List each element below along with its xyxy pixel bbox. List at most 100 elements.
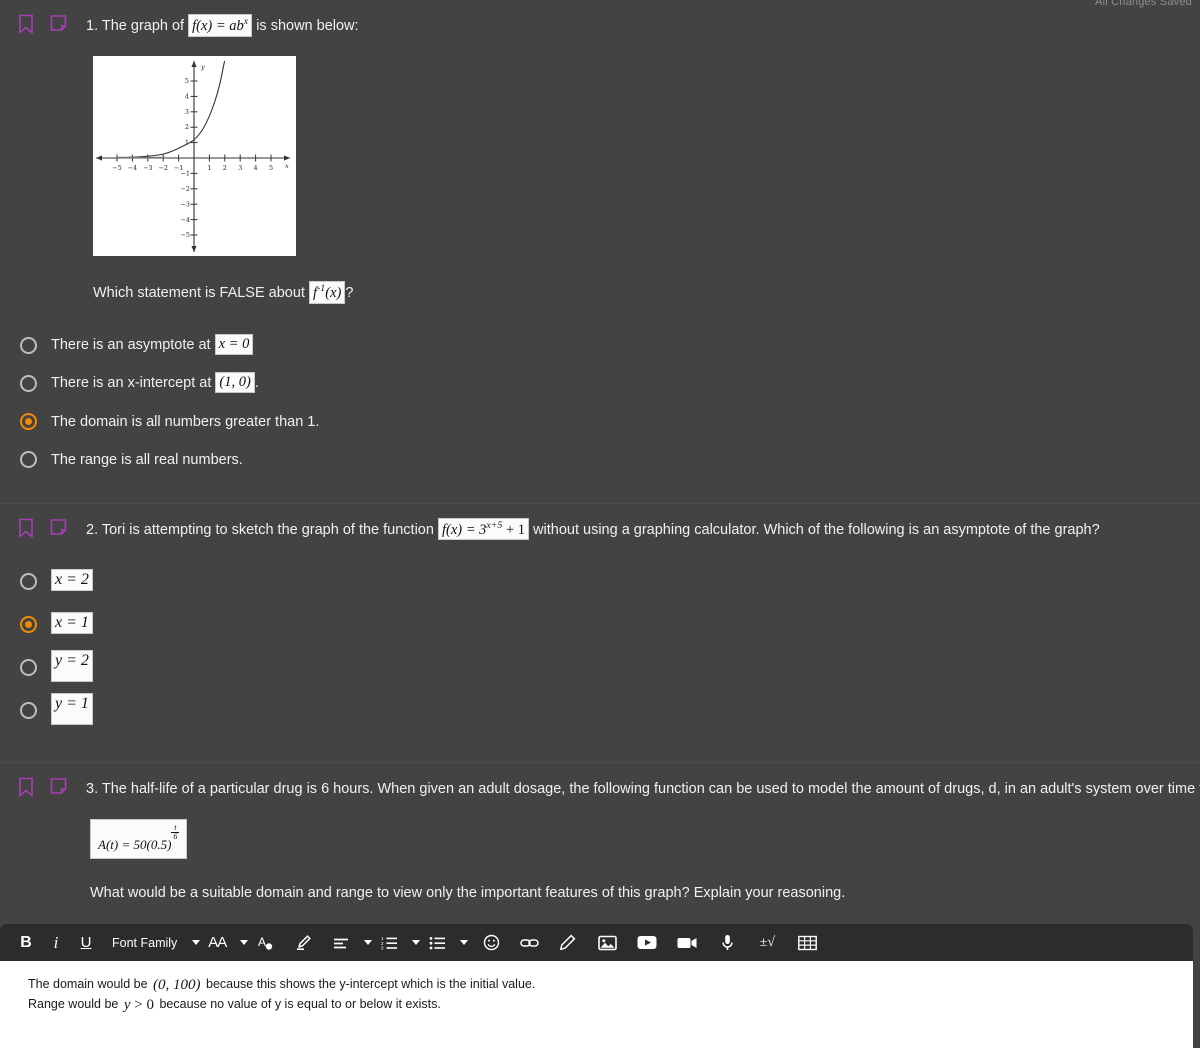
svg-text:2: 2 — [223, 164, 227, 172]
answer-line-2: Range would be y > 0 because no value of… — [28, 995, 1193, 1015]
exponent-denominator: 6 — [173, 831, 178, 841]
svg-text:4: 4 — [185, 92, 189, 100]
answer-line-2-after: because no value of y is equal to or bel… — [159, 997, 441, 1011]
bold-button[interactable]: B — [14, 930, 38, 956]
answer-line-2-before: Range would be — [28, 997, 119, 1011]
bookmark-flag-icon[interactable] — [18, 518, 40, 542]
highlighter-icon[interactable] — [291, 930, 315, 956]
answer-line-2-math-op: > — [134, 997, 143, 1013]
radio-2-3[interactable] — [20, 658, 37, 676]
chevron-down-icon[interactable] — [192, 940, 201, 945]
svg-text:3: 3 — [185, 108, 189, 116]
graph-svg: −5 −4 −3 −2 −1 12 34 5 12 34 5 −1−2 −3−4 −… — [93, 56, 296, 256]
emoji-icon[interactable] — [479, 930, 503, 956]
choice-1-2[interactable]: There is an x-intercept at (1, 0). — [0, 365, 1200, 403]
radio-1-3[interactable] — [20, 413, 37, 430]
question-1-inverse-formula: f-1(x) — [309, 281, 346, 304]
choice-2-4[interactable]: y = 1 — [0, 689, 1200, 732]
pencil-icon[interactable] — [555, 930, 579, 956]
radio-1-4[interactable] — [20, 451, 37, 468]
question-1-sub-before: Which statement is FALSE about — [93, 285, 305, 302]
chevron-down-icon[interactable] — [460, 940, 469, 945]
radio-1-2[interactable] — [20, 375, 37, 392]
inverse-exponent: -1 — [317, 283, 326, 294]
svg-text:A: A — [258, 935, 266, 949]
sticky-note-icon[interactable] — [50, 14, 72, 38]
choice-2-1[interactable]: x = 2 — [0, 560, 1200, 603]
question-2-choices: x = 2 x = 1 y = 2 y = 1 — [0, 560, 1200, 762]
question-3-formula-exponent: t6 — [171, 823, 180, 842]
choice-1-3[interactable]: The domain is all numbers greater than 1… — [0, 403, 1200, 441]
question-2-header: 2. Tori is attempting to sketch the grap… — [0, 504, 1200, 542]
question-2-formula: f(x) = 3x+5 + 1 — [437, 517, 529, 540]
question-2-text-after: without using a graphing calculator. Whi… — [533, 521, 1100, 538]
choice-2-3-math: y = 2 — [51, 650, 93, 682]
font-size-button[interactable]: AA — [205, 930, 229, 956]
sticky-note-icon[interactable] — [50, 518, 72, 542]
question-1-formula-body: f(x) = ab — [192, 17, 244, 34]
choice-1-3-label: The domain is all numbers greater than 1… — [51, 413, 320, 430]
question-1-choices: There is an asymptote at x = 0 There is … — [0, 327, 1200, 503]
bookmark-flag-icon[interactable] — [18, 777, 40, 801]
choice-2-2[interactable]: x = 1 — [0, 603, 1200, 646]
align-left-icon[interactable] — [329, 930, 353, 956]
choice-1-4[interactable]: The range is all real numbers. — [0, 441, 1200, 479]
video-camera-icon[interactable] — [675, 930, 699, 956]
answer-line-2-math-rhs: 0 — [146, 997, 154, 1013]
svg-text:1: 1 — [207, 164, 211, 172]
question-2-formula-body: f(x) = 3 — [441, 521, 487, 538]
bookmark-flag-icon[interactable] — [18, 14, 40, 38]
choice-2-3[interactable]: y = 2 — [0, 646, 1200, 689]
chevron-down-icon[interactable] — [240, 940, 249, 945]
ordered-list-icon[interactable]: 123 — [377, 930, 401, 956]
question-3: 3. The half-life of a particular drug is… — [0, 763, 1200, 902]
sticky-note-icon[interactable] — [50, 777, 72, 801]
microphone-icon[interactable] — [715, 930, 739, 956]
choice-1-1[interactable]: There is an asymptote at x = 0 — [0, 327, 1200, 365]
question-2-formula-exponent: x+5 — [486, 519, 503, 531]
choice-1-1-math: x = 0 — [214, 334, 254, 355]
radio-1-1[interactable] — [20, 337, 37, 354]
answer-line-1-after: because this shows the y-intercept which… — [206, 977, 536, 991]
question-1: 1. The graph of f(x) = abx is shown belo… — [0, 0, 1200, 503]
answer-textarea[interactable]: The domain would be (0, 100) because thi… — [0, 961, 1193, 1048]
svg-text:y: y — [200, 63, 205, 71]
choice-1-1-label: There is an asymptote at x = 0 — [51, 334, 254, 356]
text-color-icon[interactable]: A — [253, 930, 277, 956]
svg-text:−5: −5 — [112, 164, 121, 172]
equation-icon[interactable]: ±√ — [755, 930, 779, 956]
chevron-down-icon[interactable] — [364, 940, 373, 945]
choice-2-2-math: x = 1 — [51, 611, 93, 635]
question-3-header: 3. The half-life of a particular drug is… — [0, 763, 1200, 801]
youtube-icon[interactable] — [635, 930, 659, 956]
unordered-list-icon[interactable] — [425, 930, 449, 956]
font-family-select[interactable]: Font Family — [112, 936, 177, 950]
question-1-sub-prompt: Which statement is FALSE about f-1(x)? — [93, 281, 1200, 305]
svg-text:2: 2 — [185, 123, 189, 131]
italic-button[interactable]: i — [44, 930, 68, 956]
choice-1-2-text: There is an x-intercept at — [51, 375, 212, 392]
question-2-formula-tail: + 1 — [505, 521, 525, 538]
radio-2-4[interactable] — [20, 701, 37, 719]
question-2-text-before: 2. Tori is attempting to sketch the grap… — [86, 521, 434, 538]
chevron-down-icon[interactable] — [412, 940, 421, 945]
link-icon[interactable] — [517, 930, 541, 956]
underline-button[interactable]: U — [74, 930, 98, 956]
question-3-prompt: What would be a suitable domain and rang… — [90, 885, 846, 902]
svg-text:−3: −3 — [143, 164, 152, 172]
choice-1-2-math: (1, 0) — [215, 372, 255, 393]
inverse-arg: (x) — [325, 284, 342, 301]
radio-2-2[interactable] — [20, 615, 37, 633]
svg-text:x: x — [285, 162, 289, 170]
question-3-formula: A(t) = 50(0.5) t 6 — [90, 818, 188, 860]
svg-text:−2: −2 — [181, 185, 190, 193]
question-1-text: 1. The graph of f(x) = abx is shown belo… — [86, 14, 359, 38]
radio-2-1[interactable] — [20, 572, 37, 590]
svg-text:3: 3 — [238, 164, 242, 172]
svg-text:5: 5 — [269, 164, 273, 172]
question-1-formula-exponent: x — [243, 16, 249, 27]
question-1-text-before: 1. The graph of — [86, 18, 185, 35]
table-icon[interactable] — [795, 930, 819, 956]
answer-line-2-math: y > 0 — [122, 997, 156, 1013]
image-icon[interactable] — [595, 930, 619, 956]
